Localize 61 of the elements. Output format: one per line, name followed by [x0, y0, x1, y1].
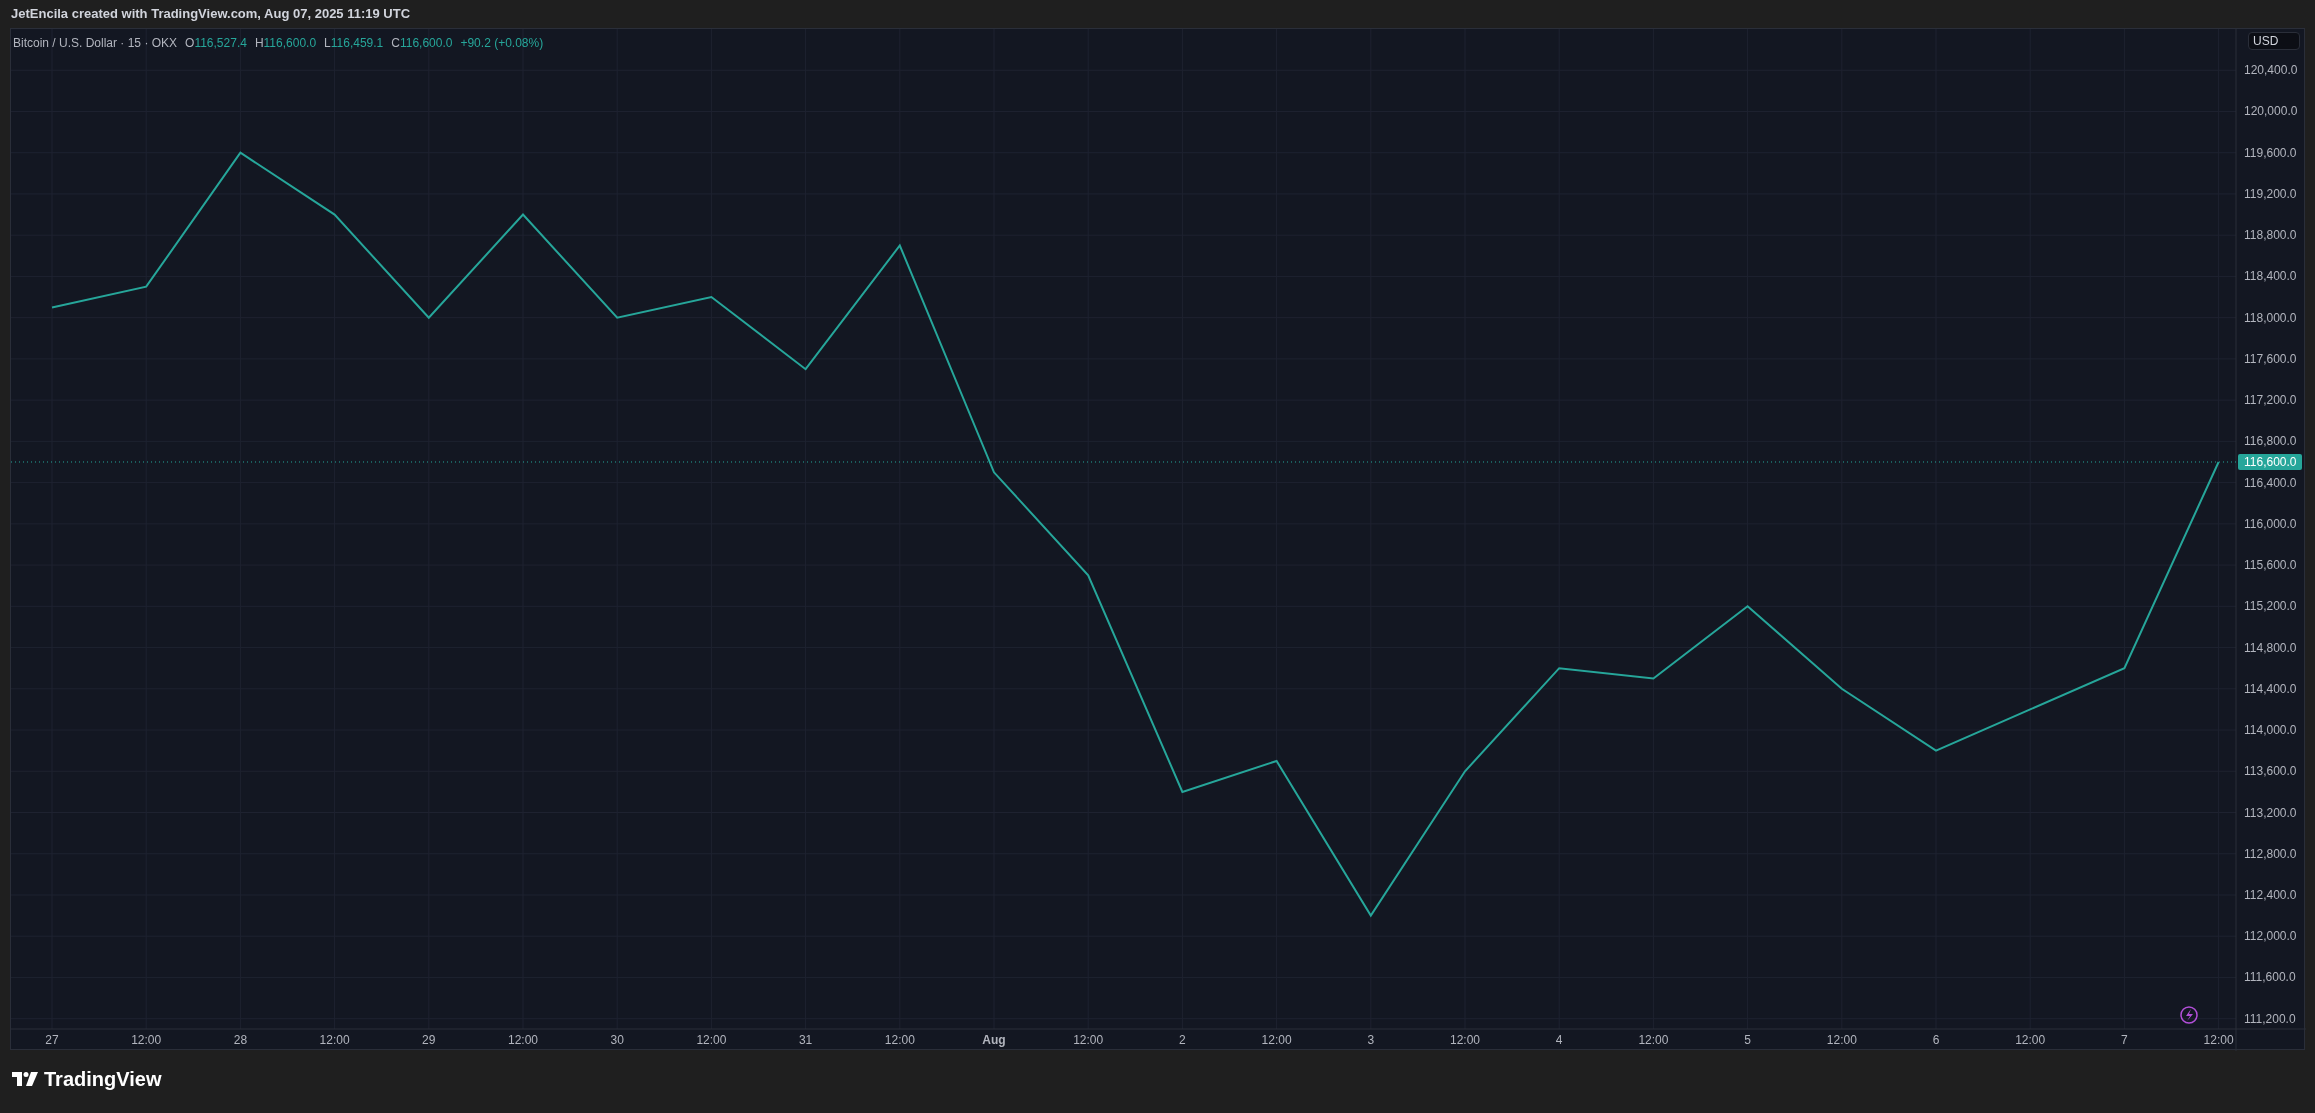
time-axis-label: 12:00: [884, 1033, 915, 1047]
brand-name: TradingView: [44, 1067, 162, 1092]
time-axis-label: 12:00: [2015, 1033, 2046, 1047]
time-axis-label: 12:00: [1450, 1033, 1480, 1047]
price-axis-label: 120,400.0: [2244, 63, 2298, 78]
price-axis-label: 119,200.0: [2244, 186, 2297, 201]
price-axis-label: 111,200.0: [2244, 1011, 2296, 1026]
lightning-icon[interactable]: [2180, 1006, 2198, 1024]
time-axis-label: 12:00: [696, 1033, 727, 1047]
ohlc-value: O116,527.4: [185, 35, 247, 52]
time-axis-label: 6: [1932, 1033, 1940, 1047]
time-axis-label: Aug: [982, 1033, 1006, 1047]
price-axis-label: 118,400.0: [2244, 269, 2297, 284]
price-axis-label: 117,200.0: [2244, 393, 2297, 408]
currency-button[interactable]: USD: [2248, 32, 2300, 50]
time-axis-label: 12:00: [1638, 1033, 1669, 1047]
price-axis-label: 115,200.0: [2244, 599, 2297, 614]
price-axis-label: 114,800.0: [2244, 640, 2297, 655]
time-axis-label: 12:00: [1826, 1033, 1857, 1047]
ohlc-value: C116,600.0: [391, 35, 453, 52]
time-axis-label: 12:00: [508, 1033, 538, 1047]
price-axis-label: 118,000.0: [2244, 310, 2297, 325]
price-axis-label: 111,600.0: [2244, 970, 2296, 985]
time-axis-label: 5: [1744, 1033, 1751, 1047]
time-axis-label: 28: [233, 1033, 248, 1047]
price-axis-label: 112,000.0: [2244, 929, 2297, 944]
price-axis-label: 116,400.0: [2244, 475, 2297, 490]
time-axis-label: 30: [610, 1033, 624, 1047]
price-axis-label: 113,200.0: [2244, 805, 2297, 820]
ohlc-value: H116,600.0: [254, 35, 317, 52]
time-axis-label: 2: [1179, 1033, 1186, 1047]
logo-icon: [12, 1072, 38, 1086]
time-axis-label: 12:00: [2203, 1033, 2234, 1047]
price-axis-label: 113,600.0: [2244, 764, 2297, 779]
price-axis-label: 117,600.0: [2244, 351, 2297, 366]
price-axis-label: 114,000.0: [2244, 723, 2297, 738]
time-axis-label: 31: [798, 1033, 813, 1047]
time-axis-label: 29: [422, 1033, 436, 1047]
price-axis-label: 119,600.0: [2244, 145, 2297, 160]
time-axis-label: 4: [1555, 1033, 1563, 1047]
price-axis-label: 114,400.0: [2244, 681, 2297, 696]
price-axis-label: 116,000.0: [2244, 516, 2297, 531]
ref-line-label: 116,600.0: [2244, 454, 2297, 469]
price-axis-label: 112,800.0: [2244, 846, 2297, 861]
price-axis-label: 112,400.0: [2244, 888, 2297, 902]
symbol-title: Bitcoin / U.S. Dollar · 15 · OKX: [13, 35, 178, 52]
last-price-badge: 116,600.0: [2238, 454, 2302, 470]
price-axis-label: 116,800.0: [2244, 434, 2297, 449]
time-axis-label: 7: [2121, 1033, 2128, 1047]
price-axis-label: 118,800.0: [2244, 228, 2297, 243]
chart-caption: JetEncila created with TradingView.com, Aug 07, 2025 11:19 UTC: [11, 5, 411, 24]
price-change: +90.2 (+0.08%): [460, 35, 544, 52]
time-axis-label: 12:00: [1073, 1033, 1104, 1047]
time-axis-label: 12:00: [319, 1033, 350, 1047]
time-axis-label: 27: [45, 1033, 59, 1047]
price-axis-label: 120,000.0: [2244, 104, 2298, 119]
time-axis-label: 3: [1367, 1033, 1375, 1047]
time-axis-label: 12:00: [1261, 1033, 1292, 1047]
time-axis-label: 12:00: [131, 1033, 162, 1047]
ohlc-value: L116,459.1: [324, 35, 384, 52]
price-axis-label: 115,600.0: [2244, 558, 2297, 573]
